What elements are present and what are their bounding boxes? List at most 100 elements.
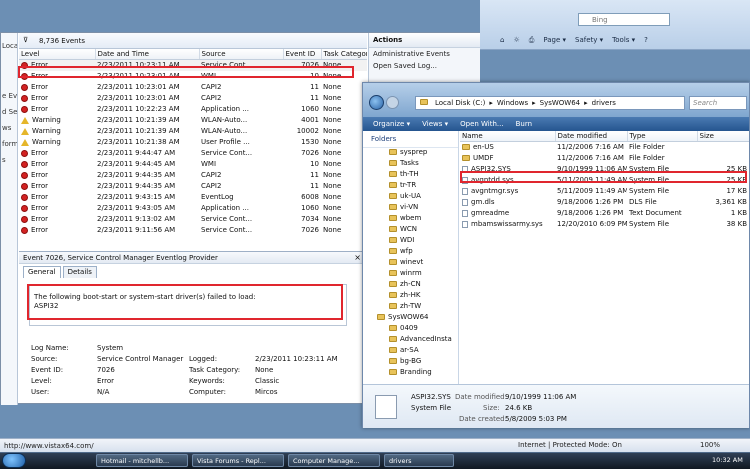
clock[interactable]: 10:32 AM bbox=[712, 456, 743, 464]
table-row[interactable]: Error 2/23/2011 9:43:15 AM EventLog 6008 Non… bbox=[19, 192, 367, 203]
folder-tree-item[interactable]: Branding bbox=[363, 368, 458, 379]
row-event-id: 10002 bbox=[296, 127, 319, 135]
table-row[interactable]: Error 2/23/2011 10:23:01 AM CAPI2 11 None bbox=[19, 82, 367, 93]
explorer-search-input[interactable]: Search bbox=[689, 96, 747, 110]
tree-item[interactable]: forma bbox=[1, 139, 17, 149]
folder-tree-item[interactable]: uk-UA bbox=[363, 192, 458, 203]
row-task: None bbox=[323, 215, 342, 223]
folder-tree-item[interactable]: WDI bbox=[363, 236, 458, 247]
action-item-admin-events[interactable]: Administrative Events bbox=[369, 48, 480, 60]
row-level: Error bbox=[19, 192, 95, 203]
list-item[interactable]: avgntmgr.sys 5/11/2009 11:49 AM System Fil… bbox=[460, 186, 749, 197]
folder-tree-item[interactable]: winrm bbox=[363, 269, 458, 280]
tree-item[interactable]: s bbox=[1, 155, 17, 165]
forward-arrow-icon[interactable] bbox=[386, 96, 399, 109]
file-date: 9/18/2006 1:26 PM bbox=[557, 209, 624, 217]
page-menu[interactable]: Page ▾ bbox=[543, 36, 566, 48]
folder-tree-item[interactable]: 0409 bbox=[363, 324, 458, 335]
breadcrumb-drivers[interactable]: drivers bbox=[592, 99, 616, 107]
folder-tree-item[interactable]: vi-VN bbox=[363, 203, 458, 214]
list-item[interactable]: UMDF 11/2/2006 7:16 AM File Folder bbox=[460, 153, 749, 164]
col-date-modified[interactable]: Date modified bbox=[555, 131, 628, 142]
folder-tree-item[interactable]: WCN bbox=[363, 225, 458, 236]
col-date[interactable]: Date and Time bbox=[95, 49, 200, 60]
tree-item[interactable]: d Se bbox=[1, 107, 17, 117]
table-row[interactable]: Warning 2/23/2011 10:21:38 AM User Profile… bbox=[19, 137, 367, 148]
filter-icon[interactable]: ⊽ bbox=[23, 36, 28, 44]
list-item[interactable]: gm.dls 9/18/2006 1:26 PM DLS File 3,361 KB bbox=[460, 197, 749, 208]
folder-tree-item[interactable]: ar-SA bbox=[363, 346, 458, 357]
tree-item[interactable]: e Ev bbox=[1, 91, 17, 101]
print-icon[interactable]: ⎙ bbox=[529, 36, 535, 48]
table-row[interactable]: Error 2/23/2011 9:44:45 AM WMI 10 None bbox=[19, 159, 367, 170]
home-icon[interactable]: ⌂ bbox=[500, 36, 504, 48]
folder-tree-item[interactable]: tr-TR bbox=[363, 181, 458, 192]
breadcrumb-syswow64[interactable]: SysWOW64 bbox=[540, 99, 581, 107]
col-type[interactable]: Type bbox=[627, 131, 698, 142]
table-row[interactable]: Error 2/23/2011 10:22:23 AM Application ..… bbox=[19, 104, 367, 115]
help-icon[interactable]: ? bbox=[644, 36, 648, 48]
folder-tree-item[interactable]: sysprep bbox=[363, 148, 458, 159]
taskbar-button-drivers[interactable]: drivers bbox=[384, 454, 454, 467]
list-item[interactable]: mbamswissarmy.sys 12/20/2010 6:09 PM Syste… bbox=[460, 219, 749, 230]
label-logged: Logged: bbox=[189, 355, 218, 363]
table-row[interactable]: Error 2/23/2011 9:44:47 AM Service Cont...… bbox=[19, 148, 367, 159]
folder-tree-item[interactable]: winevt bbox=[363, 258, 458, 269]
col-name[interactable]: Name bbox=[460, 131, 556, 142]
col-event-id[interactable]: Event ID bbox=[283, 49, 322, 60]
zoom-level[interactable]: 100% bbox=[700, 441, 720, 449]
tab-general[interactable]: General bbox=[23, 266, 61, 278]
folder-tree-label: SysWOW64 bbox=[388, 313, 429, 321]
folder-tree-item[interactable]: wfp bbox=[363, 247, 458, 258]
start-button[interactable] bbox=[2, 453, 26, 468]
taskbar-button-hotmail[interactable]: Hotmail - mitchellb... bbox=[96, 454, 188, 467]
col-task[interactable]: Task Category bbox=[321, 49, 367, 60]
safety-menu[interactable]: Safety ▾ bbox=[575, 36, 603, 48]
error-icon bbox=[21, 215, 28, 223]
folder-tree-item[interactable]: AdvancedInsta bbox=[363, 335, 458, 346]
feeds-icon[interactable]: ☼ bbox=[513, 36, 519, 48]
folder-tree-item[interactable]: zh-TW bbox=[363, 302, 458, 313]
folder-tree-item[interactable]: zh-CN bbox=[363, 280, 458, 291]
organize-button[interactable]: Organize ▾ bbox=[373, 120, 410, 128]
tab-details[interactable]: Details bbox=[62, 266, 97, 278]
folder-tree-item[interactable]: zh-HK bbox=[363, 291, 458, 302]
folder-tree-item[interactable]: bg-BG bbox=[363, 357, 458, 368]
address-bar[interactable]: Local Disk (C:) ▸ Windows ▸ SysWOW64 ▸ driv… bbox=[415, 96, 685, 110]
col-source[interactable]: Source bbox=[199, 49, 284, 60]
list-item[interactable]: gmreadme 9/18/2006 1:26 PM Text Document 1 … bbox=[460, 208, 749, 219]
folders-title[interactable]: Folders bbox=[363, 131, 458, 148]
table-row[interactable]: Error 2/23/2011 9:11:56 AM Service Cont...… bbox=[19, 225, 367, 236]
table-row[interactable]: Warning 2/23/2011 10:21:39 AM WLAN-Auto...… bbox=[19, 115, 367, 126]
security-zone[interactable]: Internet | Protected Mode: On bbox=[518, 441, 622, 449]
folder-tree-item[interactable]: SysWOW64 bbox=[363, 313, 458, 324]
taskbar-button-computer-management[interactable]: Computer Manage... bbox=[288, 454, 380, 467]
tree-item[interactable]: Local bbox=[1, 41, 17, 51]
table-row[interactable]: Error 2/23/2011 9:44:35 AM CAPI2 11 None bbox=[19, 170, 367, 181]
folder-tree-item[interactable]: Tasks bbox=[363, 159, 458, 170]
burn-button[interactable]: Burn bbox=[516, 120, 532, 128]
taskbar-button-vista-forums[interactable]: Vista Forums - Repl... bbox=[192, 454, 284, 467]
table-row[interactable]: Error 2/23/2011 9:43:05 AM Application ...… bbox=[19, 203, 367, 214]
col-level[interactable]: Level bbox=[19, 49, 96, 60]
browser-search-input[interactable]: Bing bbox=[578, 13, 670, 26]
close-icon[interactable]: × bbox=[354, 253, 361, 262]
action-item-open-saved-log[interactable]: Open Saved Log... bbox=[369, 60, 480, 72]
open-with-button[interactable]: Open With... bbox=[460, 120, 504, 128]
folder-tree-item[interactable]: wbem bbox=[363, 214, 458, 225]
folder-tree-item[interactable]: th-TH bbox=[363, 170, 458, 181]
folder-icon bbox=[389, 226, 397, 232]
tools-menu[interactable]: Tools ▾ bbox=[612, 36, 635, 48]
breadcrumb-local-disk[interactable]: Local Disk (C:) bbox=[435, 99, 485, 107]
table-row[interactable]: Error 2/23/2011 9:44:35 AM CAPI2 11 None bbox=[19, 181, 367, 192]
tree-item[interactable]: ws bbox=[1, 123, 17, 133]
back-arrow-icon[interactable] bbox=[369, 95, 384, 110]
breadcrumb-windows[interactable]: Windows bbox=[497, 99, 528, 107]
row-date: 2/23/2011 9:43:05 AM bbox=[97, 204, 176, 212]
table-row[interactable]: Error 2/23/2011 9:13:02 AM Service Cont...… bbox=[19, 214, 367, 225]
views-button[interactable]: Views ▾ bbox=[422, 120, 448, 128]
list-item[interactable]: en-US 11/2/2006 7:16 AM File Folder bbox=[460, 142, 749, 153]
table-row[interactable]: Error 2/23/2011 10:23:01 AM CAPI2 11 None bbox=[19, 93, 367, 104]
col-size[interactable]: Size bbox=[697, 131, 749, 142]
table-row[interactable]: Warning 2/23/2011 10:21:39 AM WLAN-Auto...… bbox=[19, 126, 367, 137]
